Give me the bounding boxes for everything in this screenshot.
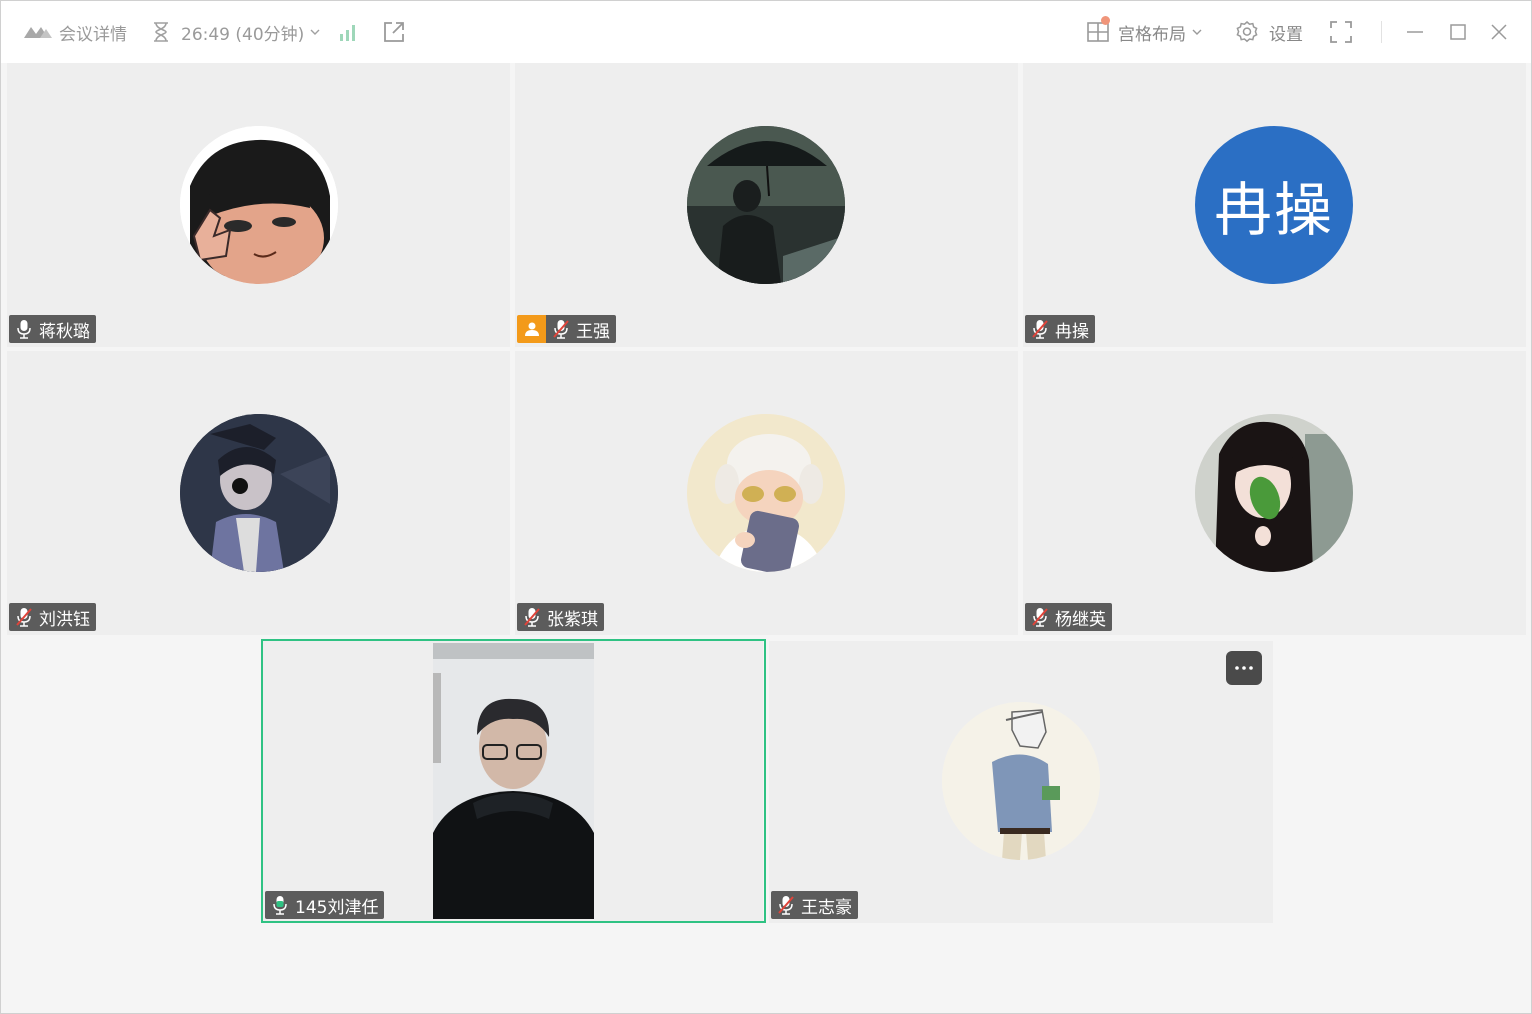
avatar: 冉操 [1195, 126, 1353, 284]
participant-tile[interactable]: 张紫琪 [515, 351, 1018, 635]
more-button[interactable] [1226, 651, 1262, 685]
toolbar-divider [1381, 21, 1382, 43]
network-signal[interactable] [337, 19, 359, 45]
share-external-icon [384, 22, 404, 42]
participant-name-label: 刘洪钰 [9, 603, 96, 631]
participant-name: 杨继英 [1055, 609, 1106, 630]
mic-icon [13, 318, 35, 340]
avatar [180, 414, 338, 572]
avatar [180, 126, 338, 284]
gear-icon [1236, 21, 1258, 43]
chevron-down-icon [1192, 29, 1202, 35]
mic-muted-icon [1029, 606, 1051, 628]
close-button[interactable] [1489, 19, 1509, 45]
avatar [687, 126, 845, 284]
host-badge [517, 315, 546, 343]
notification-dot [1101, 16, 1110, 25]
avatar [942, 702, 1100, 860]
participant-name: 王强 [576, 321, 610, 342]
popout-button[interactable] [382, 19, 406, 45]
layout-button[interactable]: 宫格布局 [1086, 16, 1202, 45]
timer-text: 26:49 (40分钟) [181, 24, 305, 45]
mic-muted-icon [550, 318, 572, 340]
participant-name: 王志豪 [801, 897, 852, 918]
participant-name-label: 张紫琪 [517, 603, 604, 631]
signal-icon [340, 25, 355, 41]
participant-name: 刘洪钰 [39, 609, 90, 630]
participant-name-label: 杨继英 [1025, 603, 1112, 631]
participant-name-label: 冉操 [1025, 315, 1095, 343]
avatar [687, 414, 845, 572]
settings-label: 设置 [1269, 24, 1303, 45]
fullscreen-button[interactable] [1329, 19, 1353, 45]
participant-name-label: 蒋秋璐 [9, 315, 96, 343]
participant-name: 张紫琪 [547, 609, 598, 630]
maximize-icon [1450, 24, 1466, 40]
host-person-icon [524, 322, 539, 336]
settings-button[interactable]: 设置 [1235, 19, 1303, 45]
maximize-button[interactable] [1448, 19, 1468, 45]
participant-tile[interactable]: 王志豪 [769, 641, 1273, 923]
chevron-down-icon [310, 29, 320, 35]
close-icon [1491, 24, 1507, 40]
active-speaker-border [261, 639, 766, 923]
mic-muted-icon [13, 606, 35, 628]
participant-tile[interactable]: 蒋秋璐 [7, 63, 510, 347]
meeting-timer[interactable]: 26:49 (40分钟) [151, 19, 320, 45]
logo-icon [24, 27, 52, 38]
mic-muted-icon [1029, 318, 1051, 340]
participant-tile[interactable]: 冉操 冉操 [1023, 63, 1526, 347]
minimize-button[interactable] [1405, 19, 1425, 45]
more-icon [1235, 666, 1253, 670]
hourglass-icon [154, 22, 168, 42]
participant-name-label: 王强 [546, 315, 616, 343]
meeting-window: 会议详情 26:49 (40分钟) 宫格布局 设置 蒋秋璐 王强 冉操 冉操 刘… [0, 0, 1532, 1014]
minimize-icon [1407, 31, 1423, 33]
mic-muted-icon [775, 894, 797, 916]
meeting-details-button[interactable]: 会议详情 [23, 19, 127, 45]
top-bar: 会议详情 26:49 (40分钟) 宫格布局 设置 [1, 1, 1531, 63]
participant-tile[interactable]: 刘洪钰 [7, 351, 510, 635]
layout-label: 宫格布局 [1118, 24, 1186, 45]
mic-muted-icon [521, 606, 543, 628]
avatar [1195, 414, 1353, 572]
fullscreen-icon [1330, 21, 1352, 43]
participant-name: 冉操 [1055, 321, 1089, 342]
participant-tile[interactable]: 杨继英 [1023, 351, 1526, 635]
meeting-details-label: 会议详情 [59, 24, 127, 45]
participant-tile[interactable]: 王强 [515, 63, 1018, 347]
participant-name-label: 王志豪 [771, 891, 858, 919]
participant-name: 蒋秋璐 [39, 321, 90, 342]
avatar-text: 冉操 [1213, 176, 1334, 244]
